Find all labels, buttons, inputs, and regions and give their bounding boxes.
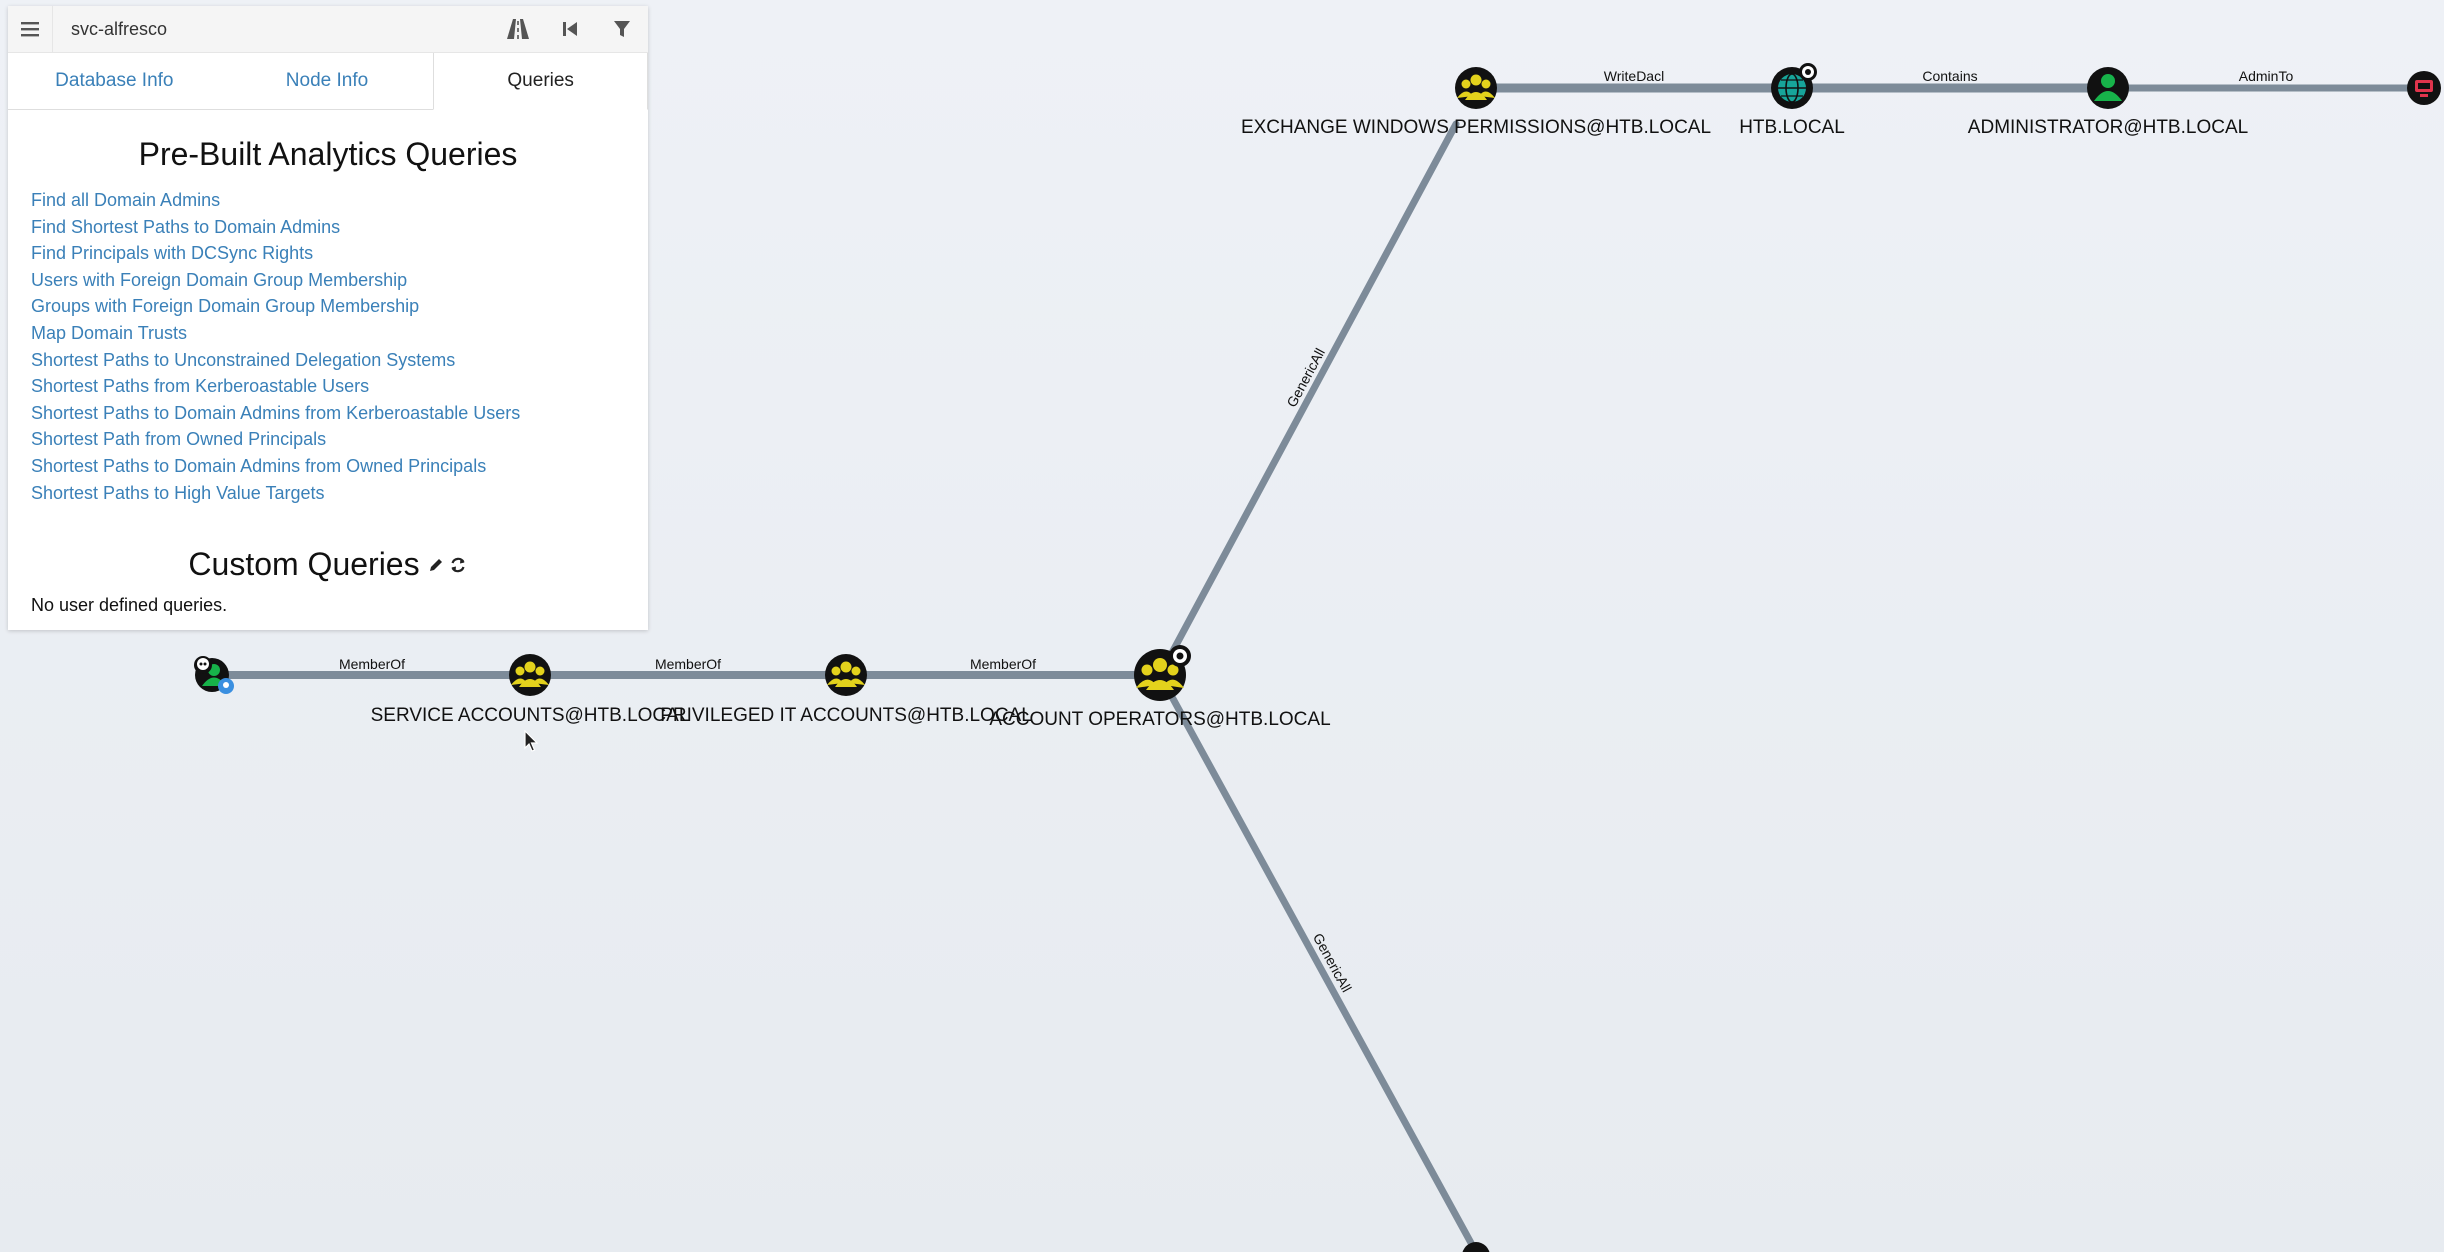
query-link[interactable]: Shortest Path from Owned Principals xyxy=(31,426,625,453)
node-label-admin: ADMINISTRATOR@HTB.LOCAL xyxy=(1968,117,2248,138)
search-bar xyxy=(8,6,648,53)
query-link[interactable]: Shortest Paths to Domain Admins from Ker… xyxy=(31,400,625,427)
query-link[interactable]: Map Domain Trusts xyxy=(31,320,625,347)
node-exchange-windows-permissions[interactable] xyxy=(1455,67,1497,109)
node-computer[interactable] xyxy=(2407,71,2441,105)
query-link[interactable]: Find Shortest Paths to Domain Admins xyxy=(31,214,625,241)
edge-label-writedacl: WriteDacl xyxy=(1604,68,1664,84)
node-administrator[interactable] xyxy=(2087,67,2129,109)
back-button[interactable] xyxy=(544,6,596,52)
pin-icon xyxy=(218,678,234,694)
high-value-badge-icon xyxy=(1799,63,1817,81)
high-value-badge-icon xyxy=(1169,645,1191,667)
pencil-icon xyxy=(429,558,442,571)
node-label-exchange: EXCHANGE WINDOWS PERMISSIONS@HTB.LOCAL xyxy=(1241,117,1711,138)
edit-queries-button[interactable] xyxy=(426,555,446,575)
node-svc-alfresco[interactable] xyxy=(194,656,234,694)
tab-node-info[interactable]: Node Info xyxy=(221,53,434,109)
query-link[interactable]: Shortest Paths to Unconstrained Delegati… xyxy=(31,347,625,374)
prebuilt-query-list: Find all Domain Admins Find Shortest Pat… xyxy=(31,187,625,506)
node-privileged-it-accounts[interactable] xyxy=(825,654,867,696)
edge-label-contains: Contains xyxy=(1922,68,1977,84)
custom-queries-header: Custom Queries xyxy=(31,546,625,583)
node-label-privit: PRIVILEGED IT ACCOUNTS@HTB.LOCAL xyxy=(660,705,1032,726)
custom-queries-title: Custom Queries xyxy=(188,546,420,583)
no-custom-queries-text: No user defined queries. xyxy=(31,595,228,616)
search-input[interactable] xyxy=(53,8,492,50)
query-link[interactable]: Users with Foreign Domain Group Membersh… xyxy=(31,267,625,294)
edge-label-memberof-1: MemberOf xyxy=(339,656,405,672)
edge-genericall-up[interactable] xyxy=(1156,120,1460,679)
edge-label-memberof-2: MemberOf xyxy=(655,656,721,672)
hamburger-icon xyxy=(21,22,39,37)
node-label-accops: ACCOUNT OPERATORS@HTB.LOCAL xyxy=(989,709,1330,730)
pathfinding-button[interactable] xyxy=(492,6,544,52)
node-service-accounts[interactable] xyxy=(509,654,551,696)
query-link[interactable]: Groups with Foreign Domain Group Members… xyxy=(31,293,625,320)
node-labels: EXCHANGE WINDOWS PERMISSIONS@HTB.LOCAL H… xyxy=(371,117,2249,730)
refresh-queries-button[interactable] xyxy=(448,555,468,575)
query-link[interactable]: Find all Domain Admins xyxy=(31,187,625,214)
edge-genericall-down[interactable] xyxy=(1156,671,1480,1252)
tab-bar: Database Info Node Info Queries xyxy=(8,53,649,110)
tab-database-info[interactable]: Database Info xyxy=(8,53,221,109)
node-htb-local[interactable] xyxy=(1771,63,1817,109)
mouse-cursor-icon xyxy=(524,730,539,752)
node-bottom-partial[interactable] xyxy=(1462,1242,1490,1252)
filter-button[interactable] xyxy=(596,6,648,52)
node-account-operators[interactable] xyxy=(1134,645,1191,701)
filter-icon xyxy=(614,21,630,37)
skull-icon xyxy=(194,656,212,674)
query-link[interactable]: Find Principals with DCSync Rights xyxy=(31,240,625,267)
query-link[interactable]: Shortest Paths to High Value Targets xyxy=(31,480,625,507)
query-link[interactable]: Shortest Paths from Kerberoastable Users xyxy=(31,373,625,400)
search-panel: Database Info Node Info Queries Pre-Buil… xyxy=(8,6,649,631)
step-back-icon xyxy=(563,22,577,36)
road-icon xyxy=(507,19,529,39)
menu-button[interactable] xyxy=(8,6,53,52)
queries-content: Pre-Built Analytics Queries Find all Dom… xyxy=(8,110,648,630)
tab-queries[interactable]: Queries xyxy=(433,53,649,110)
node-label-domain: HTB.LOCAL xyxy=(1739,117,1845,138)
node-label-service: SERVICE ACCOUNTS@HTB.LOCAL xyxy=(371,705,690,726)
query-link[interactable]: Shortest Paths to Domain Admins from Own… xyxy=(31,453,625,480)
edge-label-adminto: AdminTo xyxy=(2239,68,2294,84)
prebuilt-queries-title: Pre-Built Analytics Queries xyxy=(138,136,518,172)
refresh-icon xyxy=(451,557,465,572)
edge-label-memberof-3: MemberOf xyxy=(970,656,1036,672)
